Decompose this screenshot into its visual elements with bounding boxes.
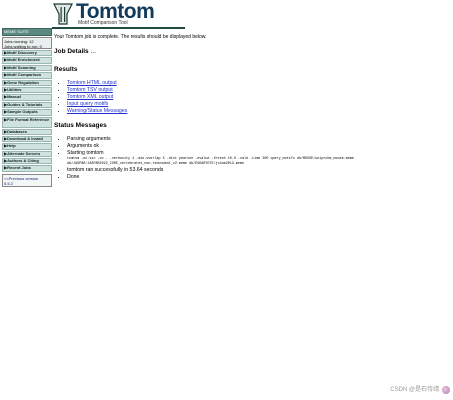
status-item: tomtom ran successfully in 53.64 seconds bbox=[67, 167, 449, 174]
status-item: Parsing arguments bbox=[67, 136, 449, 143]
site-header: Tomtom Motif Comparison Tool bbox=[52, 0, 192, 28]
sidebar-item[interactable]: ▶Manual bbox=[2, 94, 52, 101]
job-details-ellipsis: ... bbox=[90, 48, 96, 55]
avatar-icon bbox=[442, 386, 450, 394]
sidebar-item[interactable]: ▶Sample Outputs bbox=[2, 109, 52, 116]
status-item: Done bbox=[67, 174, 449, 181]
status-heading: Status Messages bbox=[54, 122, 107, 129]
result-link[interactable]: Input query motifs bbox=[67, 101, 108, 107]
tomtom-logo-icon bbox=[53, 3, 73, 25]
result-item: Tomtom XML output bbox=[67, 94, 449, 101]
sidebar-item[interactable]: ▶Motif Enrichment bbox=[2, 57, 52, 64]
header-divider bbox=[52, 27, 185, 29]
sidebar-item[interactable]: ▶Download & Install bbox=[2, 135, 52, 143]
sidebar-item[interactable]: ▶Gene Regulation bbox=[2, 79, 52, 86]
result-link[interactable]: Warning/Status Messages bbox=[67, 108, 127, 114]
job-details-label: Job Details bbox=[54, 48, 89, 55]
suite-banner[interactable]: MEME SUITE bbox=[2, 28, 52, 36]
status-item-label: Starting tomtom bbox=[67, 150, 104, 156]
sidebar-item[interactable]: ▶Motif Scanning bbox=[2, 64, 52, 72]
result-item: Warning/Status Messages bbox=[67, 108, 449, 115]
result-item: Tomtom TSV output bbox=[67, 87, 449, 94]
previous-version-number: 5.5.2 bbox=[4, 180, 13, 186]
sidebar-item[interactable]: ▶Databases bbox=[2, 128, 52, 135]
job-status-box: Jobs running: 12 Jobs waiting to run: 0 bbox=[2, 37, 52, 49]
results-heading: Results bbox=[54, 66, 78, 73]
sidebar-item[interactable]: ▶Guides & Tutorials bbox=[2, 101, 52, 109]
status-item: Arguments ok bbox=[67, 143, 449, 150]
status-item: Starting tomtom tomtom -no-ssc -oc . -ve… bbox=[67, 150, 449, 167]
sidebar-item[interactable]: ▶Authors & Citing bbox=[2, 158, 52, 165]
intro-text: Your Tomtom job is complete. The results… bbox=[54, 34, 207, 40]
sidebar-item[interactable]: ▶Motif Discovery bbox=[2, 50, 52, 57]
command-line: tomtom -no-ssc -oc . -verbosity 1 -min-o… bbox=[67, 157, 354, 166]
result-item: Tomtom HTML output bbox=[67, 80, 449, 87]
results-list: Tomtom HTML outputTomtom TSV outputTomto… bbox=[67, 80, 449, 115]
result-link[interactable]: Tomtom TSV output bbox=[67, 87, 113, 93]
sidebar-item[interactable]: ▶Motif Comparison bbox=[2, 72, 52, 79]
sidebar-menu: ▶Motif Discovery ▶Motif Enrichment ▶Motif … bbox=[2, 50, 52, 172]
main-content: Your Tomtom job is complete. The results… bbox=[54, 34, 449, 181]
sidebar-item[interactable]: ▶File Format Reference bbox=[2, 116, 52, 128]
sidebar: MEME SUITE Jobs running: 12 Jobs waiting… bbox=[2, 28, 52, 187]
previous-version-link[interactable]: <<Previous version 5.5.2 bbox=[2, 173, 52, 187]
sidebar-item[interactable]: ▶Recent Jobs bbox=[2, 165, 52, 172]
watermark-text: CSDN @是石侍靖 bbox=[390, 387, 439, 393]
sidebar-item[interactable]: ▶Utilities bbox=[2, 86, 52, 94]
result-link[interactable]: Tomtom XML output bbox=[67, 94, 113, 100]
result-item: Input query motifs bbox=[67, 101, 449, 108]
sidebar-item[interactable]: ▶Help bbox=[2, 143, 52, 150]
jobs-waiting: Jobs waiting to run: 0 bbox=[4, 44, 42, 49]
sidebar-item[interactable]: ▶Alternate Servers bbox=[2, 150, 52, 158]
status-list: Parsing arguments Arguments ok Starting … bbox=[67, 136, 449, 181]
job-details-heading[interactable]: Job Details ... bbox=[54, 48, 449, 55]
result-link[interactable]: Tomtom HTML output bbox=[67, 80, 117, 86]
logo-subtitle: Motif Comparison Tool bbox=[78, 20, 128, 26]
